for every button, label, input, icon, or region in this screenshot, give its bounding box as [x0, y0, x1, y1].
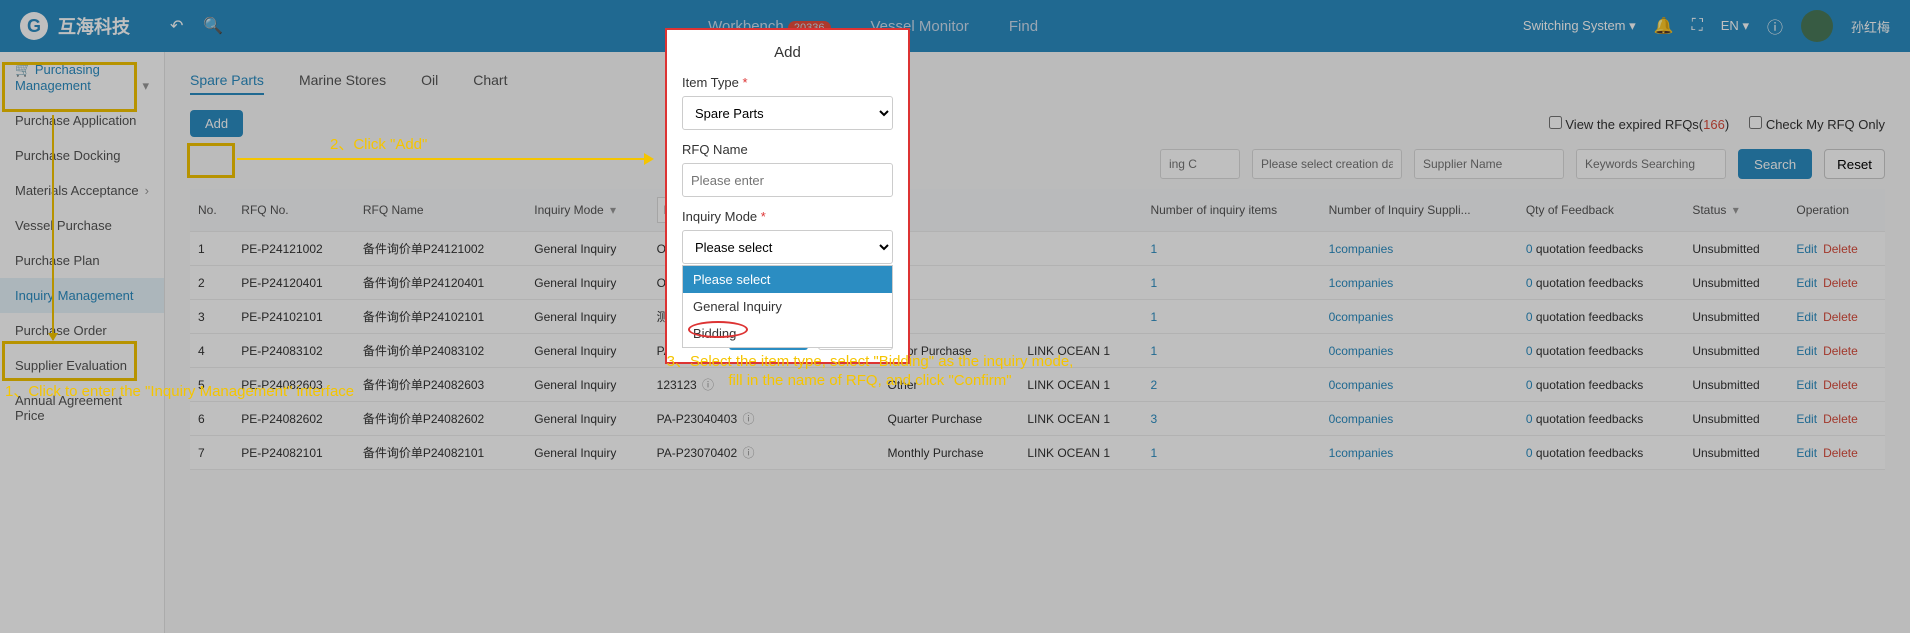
label-item-type: Item Type *	[682, 75, 893, 90]
annotation-arrow-2	[237, 158, 652, 160]
label-inquiry-mode: Inquiry Mode *	[682, 209, 893, 224]
modal-overlay	[0, 0, 1910, 633]
annotation-3a: 3、Select the item type, select "Bidding"…	[610, 350, 1130, 371]
select-inquiry-mode[interactable]: Please select	[682, 230, 893, 264]
add-modal: Add Item Type * Spare Parts RFQ Name Inq…	[665, 28, 910, 364]
annotation-3b: fill in the name of RFQ, and click "Conf…	[610, 372, 1130, 389]
annotation-1: 1、Click to enter the "Inquiry Management…	[5, 380, 354, 401]
annotation-2: 2、Click "Add"	[330, 133, 427, 154]
input-rfq-name[interactable]	[682, 163, 893, 197]
dd-general-inquiry[interactable]: General Inquiry	[683, 293, 892, 320]
modal-title: Add	[667, 30, 908, 75]
annotation-oval-bidding	[688, 321, 748, 338]
dd-please-select[interactable]: Please select	[683, 266, 892, 293]
inquiry-mode-dropdown: Please select General Inquiry Bidding	[682, 265, 893, 348]
dd-bidding[interactable]: Bidding	[683, 320, 892, 347]
label-rfq-name: RFQ Name	[682, 142, 893, 157]
select-item-type[interactable]: Spare Parts	[682, 96, 893, 130]
